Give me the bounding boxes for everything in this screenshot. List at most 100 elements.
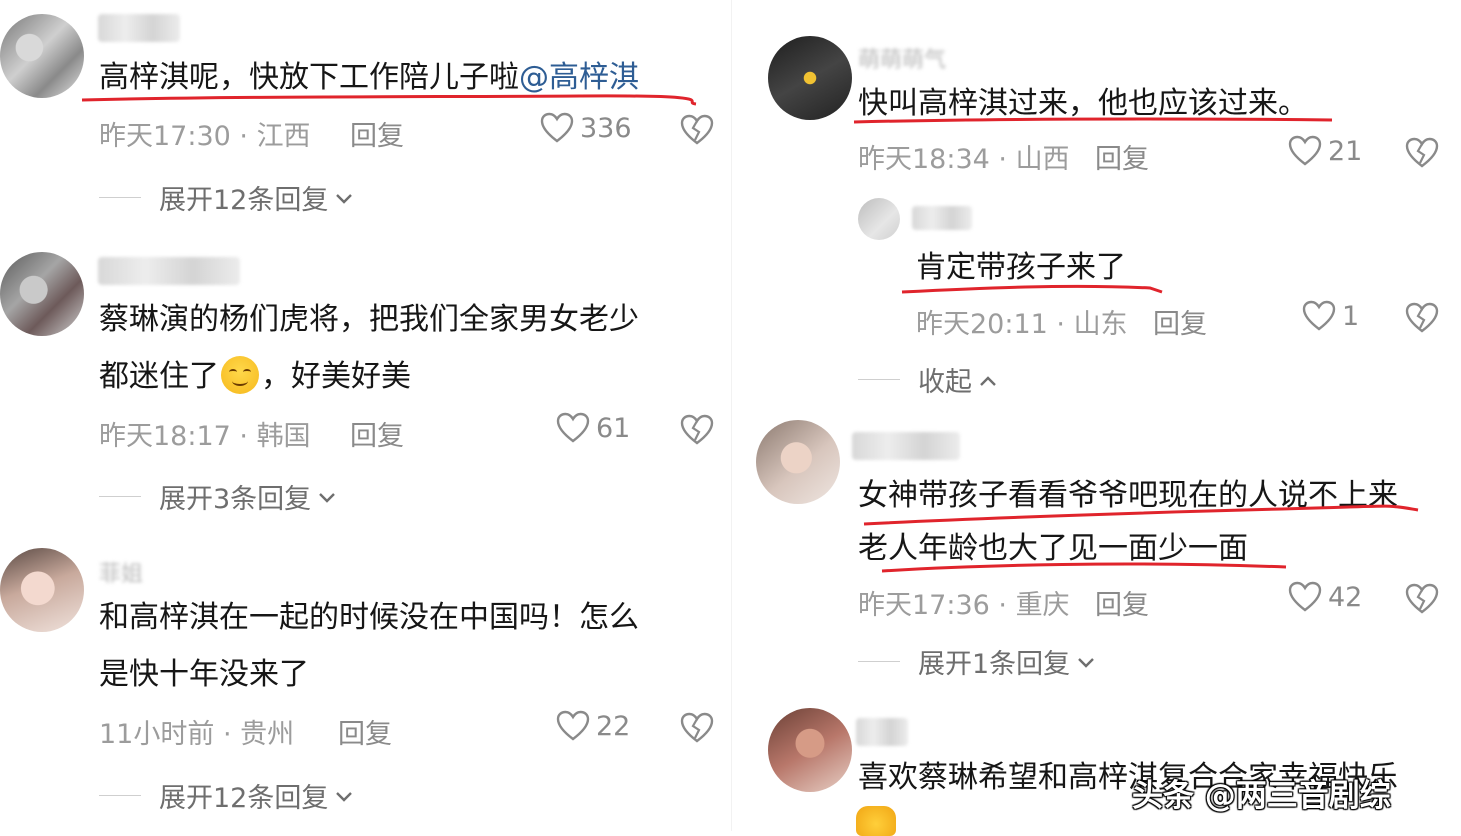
chevron-down-icon [334, 182, 354, 213]
comment-text-line: 蔡琳演的杨们虎将，把我们全家男女老少 [99, 302, 639, 337]
reply-button[interactable]: 回复 [350, 114, 404, 153]
dislike-button[interactable] [680, 414, 714, 446]
username-blurred[interactable] [856, 718, 908, 746]
like-button[interactable]: 22 [556, 710, 630, 742]
avatar[interactable] [0, 548, 84, 632]
dislike-button[interactable] [1405, 583, 1439, 615]
comment-text-line: 都迷住了 ，好美好美 [99, 349, 411, 405]
heart-outline-icon [540, 112, 574, 144]
thumbs-up-emoji-icon [856, 806, 896, 836]
comment-text-part: 都迷住了 [99, 359, 219, 394]
comment-time: 昨天17:30 [99, 121, 231, 152]
like-count: 22 [596, 710, 631, 742]
like-button[interactable]: 42 [1288, 581, 1362, 613]
comment-location: 重庆 [1015, 590, 1070, 621]
chevron-down-icon [1076, 646, 1096, 677]
heart-outline-icon [556, 710, 590, 742]
divider [858, 379, 900, 380]
dislike-button[interactable] [1405, 137, 1439, 169]
expand-replies-button[interactable]: 展开12条回复 [99, 178, 354, 217]
expand-label: 展开1条回复 [918, 649, 1071, 680]
broken-heart-outline-icon [1405, 302, 1439, 334]
broken-heart-outline-icon [1405, 583, 1439, 615]
username-blurred[interactable]: 菲姐 [99, 556, 143, 588]
avatar[interactable] [0, 14, 84, 98]
comment-text: 快叫高梓淇过来，他也应该过来。 [858, 86, 1308, 121]
comment-meta: 昨天20:11 · 山东 [916, 309, 1128, 340]
comment-meta: 11小时前 · 贵州 [99, 719, 295, 750]
reply-button[interactable]: 回复 [1095, 137, 1149, 176]
broken-heart-outline-icon [1405, 137, 1439, 169]
comment-time: 昨天18:34 [858, 144, 990, 175]
dislike-button[interactable] [680, 114, 714, 146]
dislike-button[interactable] [680, 712, 714, 744]
reply-button[interactable]: 回复 [350, 414, 404, 453]
comment-location: 韩国 [256, 421, 311, 452]
username-blurred[interactable] [98, 14, 180, 42]
avatar[interactable] [768, 36, 852, 120]
broken-heart-outline-icon [680, 712, 714, 744]
username-blurred[interactable] [912, 206, 972, 230]
mention-link[interactable]: @高梓淇 [519, 60, 639, 95]
dislike-button[interactable] [1405, 302, 1439, 334]
comment-meta: 昨天18:17 · 韩国 [99, 421, 311, 452]
avatar[interactable] [768, 708, 852, 792]
like-button[interactable]: 61 [556, 412, 630, 444]
expand-label: 展开12条回复 [159, 783, 329, 814]
comment-text-line: 是快十年没来了 [99, 657, 309, 692]
reply-text: 肯定带孩子来了 [916, 250, 1126, 285]
username-blurred[interactable]: 萌萌萌气 [858, 42, 946, 74]
expand-replies-button[interactable]: 展开12条回复 [99, 776, 354, 815]
comment-meta: 昨天18:34 · 山西 [858, 144, 1070, 175]
divider [99, 197, 141, 198]
heart-outline-icon [556, 412, 590, 444]
username-blurred[interactable] [98, 257, 240, 285]
comment-location: 山东 [1073, 309, 1128, 340]
divider [99, 496, 141, 497]
column-divider [731, 0, 732, 831]
comment-time: 昨天18:17 [99, 421, 231, 452]
collapse-replies-button[interactable]: 收起 [858, 360, 998, 399]
comment-meta: 昨天17:36 · 重庆 [858, 590, 1070, 621]
chevron-down-icon [317, 481, 337, 512]
heart-outline-icon [1288, 581, 1322, 613]
collapse-label: 收起 [918, 367, 972, 398]
reply-button[interactable]: 回复 [338, 712, 392, 751]
reply-button[interactable]: 回复 [1153, 302, 1207, 341]
heart-outline-icon [1302, 300, 1336, 332]
comment-column-left: 高梓淇呢，快放下工作陪儿子啦@高梓淇 昨天17:30 · 江西 回复 336 展… [0, 0, 730, 831]
comment-location: 山西 [1015, 144, 1070, 175]
divider [99, 795, 141, 796]
like-button[interactable]: 21 [1288, 135, 1362, 167]
comment-time: 11小时前 [99, 719, 215, 750]
divider [858, 661, 900, 662]
avatar[interactable] [756, 420, 840, 504]
comment-location: 贵州 [240, 719, 295, 750]
expand-replies-button[interactable]: 展开3条回复 [99, 477, 337, 516]
like-button[interactable]: 336 [540, 112, 632, 144]
like-count: 21 [1328, 135, 1363, 167]
reply-button[interactable]: 回复 [1095, 583, 1149, 622]
comment-text-line: 老人年龄也大了见一面少一面 [858, 531, 1248, 566]
chevron-up-icon [978, 364, 998, 395]
expand-label: 展开3条回复 [159, 484, 312, 515]
avatar[interactable] [858, 198, 900, 240]
username-blurred[interactable] [852, 432, 960, 460]
comment-location: 江西 [256, 121, 311, 152]
like-count: 1 [1342, 300, 1360, 332]
comment-text-line: 女神带孩子看看爷爷吧现在的人说不上来 [858, 478, 1398, 513]
like-button[interactable]: 1 [1302, 300, 1359, 332]
comment-text-part: ，好美好美 [261, 359, 411, 394]
heart-outline-icon [1288, 135, 1322, 167]
broken-heart-outline-icon [680, 414, 714, 446]
comment-time: 昨天20:11 [916, 309, 1048, 340]
like-count: 61 [596, 412, 631, 444]
expand-label: 展开12条回复 [159, 185, 329, 216]
comment-text: 高梓淇呢，快放下工作陪儿子啦@高梓淇 [99, 50, 639, 106]
avatar[interactable] [0, 252, 84, 336]
comment-time: 昨天17:36 [858, 590, 990, 621]
like-count: 42 [1328, 581, 1363, 613]
broken-heart-outline-icon [680, 114, 714, 146]
expand-replies-button[interactable]: 展开1条回复 [858, 642, 1096, 681]
comment-meta: 昨天17:30 · 江西 [99, 121, 311, 152]
